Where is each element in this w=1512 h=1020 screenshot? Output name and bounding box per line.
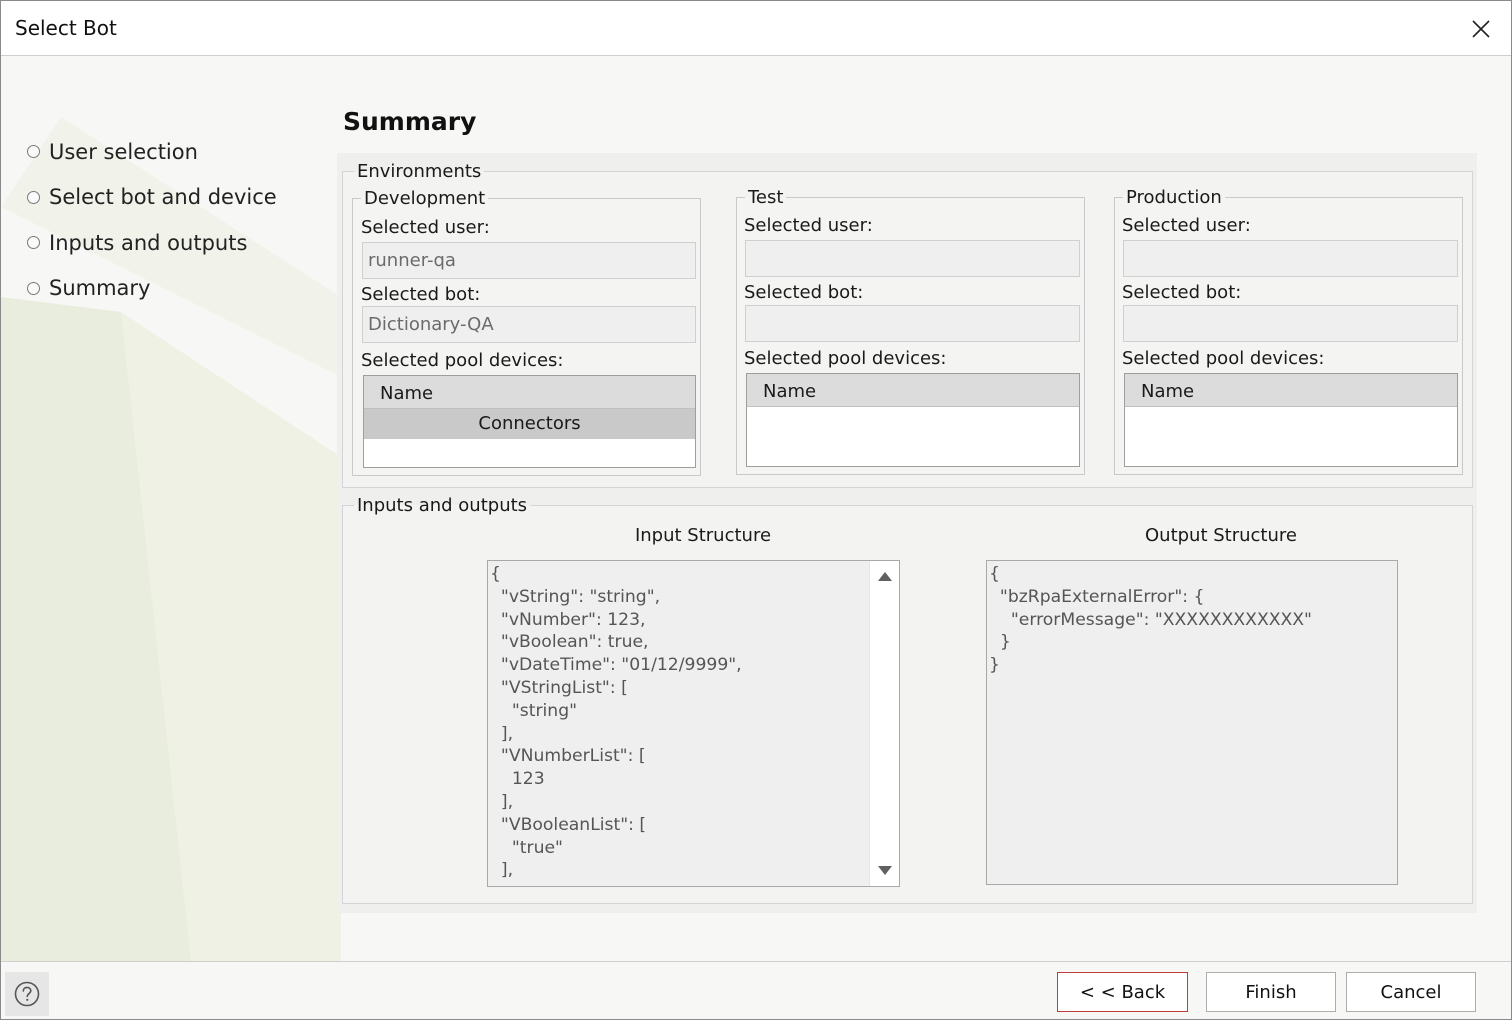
test-selected-user-field[interactable] <box>745 240 1080 277</box>
input-structure-scrollbar[interactable] <box>869 561 899 886</box>
title-bar: Select Bot <box>1 1 1511 56</box>
test-selected-user-label: Selected user: <box>744 215 873 236</box>
output-structure-title: Output Structure <box>1145 525 1297 546</box>
close-icon <box>1472 20 1490 38</box>
step-bullet-icon <box>27 190 40 204</box>
close-button[interactable] <box>1461 9 1501 49</box>
back-button[interactable]: < < Back <box>1057 972 1188 1012</box>
inputs-outputs-legend: Inputs and outputs <box>357 495 528 516</box>
output-structure-text[interactable]: { "bzRpaExternalError": { "errorMessage"… <box>987 561 1397 679</box>
prod-pool-devices-label: Selected pool devices: <box>1122 348 1325 369</box>
step-inputs-and-outputs[interactable]: Inputs and outputs <box>27 220 277 266</box>
dialog-footer: < < Back Finish Cancel <box>1 961 1511 1019</box>
scroll-down-arrow-icon[interactable] <box>877 865 893 877</box>
page-title: Summary <box>343 107 477 136</box>
dev-selected-user-field[interactable] <box>362 242 696 279</box>
prod-pool-devices-grid[interactable]: Name <box>1124 373 1458 467</box>
dev-pool-devices-label: Selected pool devices: <box>361 350 564 371</box>
dev-pool-devices-grid[interactable]: Name Connectors <box>363 375 696 468</box>
grid-group-row[interactable]: Connectors <box>364 409 695 439</box>
select-bot-dialog: Select Bot User selection Select bot and… <box>0 0 1512 1020</box>
output-structure-box[interactable]: { "bzRpaExternalError": { "errorMessage"… <box>986 560 1398 885</box>
cancel-button[interactable]: Cancel <box>1346 972 1476 1012</box>
development-legend: Development <box>364 188 486 209</box>
test-legend: Test <box>748 187 784 208</box>
prod-selected-bot-label: Selected bot: <box>1122 282 1242 303</box>
test-selected-bot-field[interactable] <box>745 305 1080 342</box>
window-title: Select Bot <box>15 16 117 40</box>
step-bullet-icon <box>27 281 40 295</box>
input-structure-text[interactable]: { "vString": "string", "vNumber": 123, "… <box>488 561 899 884</box>
grid-header-name[interactable]: Name <box>364 376 695 409</box>
input-structure-box[interactable]: { "vString": "string", "vNumber": 123, "… <box>487 560 900 887</box>
wizard-steps: User selection Select bot and device Inp… <box>27 129 277 311</box>
dev-selected-user-label: Selected user: <box>361 217 490 238</box>
prod-selected-bot-field[interactable] <box>1123 305 1458 342</box>
step-summary[interactable]: Summary <box>27 266 277 312</box>
finish-button[interactable]: Finish <box>1206 972 1336 1012</box>
help-icon <box>14 981 40 1007</box>
step-label: Summary <box>49 276 151 301</box>
step-bullet-icon <box>27 145 40 159</box>
test-selected-bot-label: Selected bot: <box>744 282 864 303</box>
environments-legend: Environments <box>357 161 482 182</box>
step-label: Inputs and outputs <box>49 230 248 255</box>
dev-selected-bot-field[interactable] <box>362 306 696 343</box>
production-legend: Production <box>1126 187 1222 208</box>
test-pool-devices-label: Selected pool devices: <box>744 348 947 369</box>
step-user-selection[interactable]: User selection <box>27 129 277 175</box>
step-select-bot-and-device[interactable]: Select bot and device <box>27 175 277 221</box>
input-structure-title: Input Structure <box>634 525 772 546</box>
dev-selected-bot-label: Selected bot: <box>361 284 481 305</box>
grid-header-name[interactable]: Name <box>1125 374 1457 407</box>
test-pool-devices-grid[interactable]: Name <box>746 373 1080 467</box>
grid-header-name[interactable]: Name <box>747 374 1079 407</box>
scroll-up-arrow-icon[interactable] <box>877 570 893 582</box>
help-button[interactable] <box>5 972 49 1016</box>
prod-selected-user-label: Selected user: <box>1122 215 1251 236</box>
prod-selected-user-field[interactable] <box>1123 240 1458 277</box>
step-bullet-icon <box>27 236 40 250</box>
step-label: User selection <box>49 139 198 164</box>
step-label: Select bot and device <box>49 185 277 210</box>
